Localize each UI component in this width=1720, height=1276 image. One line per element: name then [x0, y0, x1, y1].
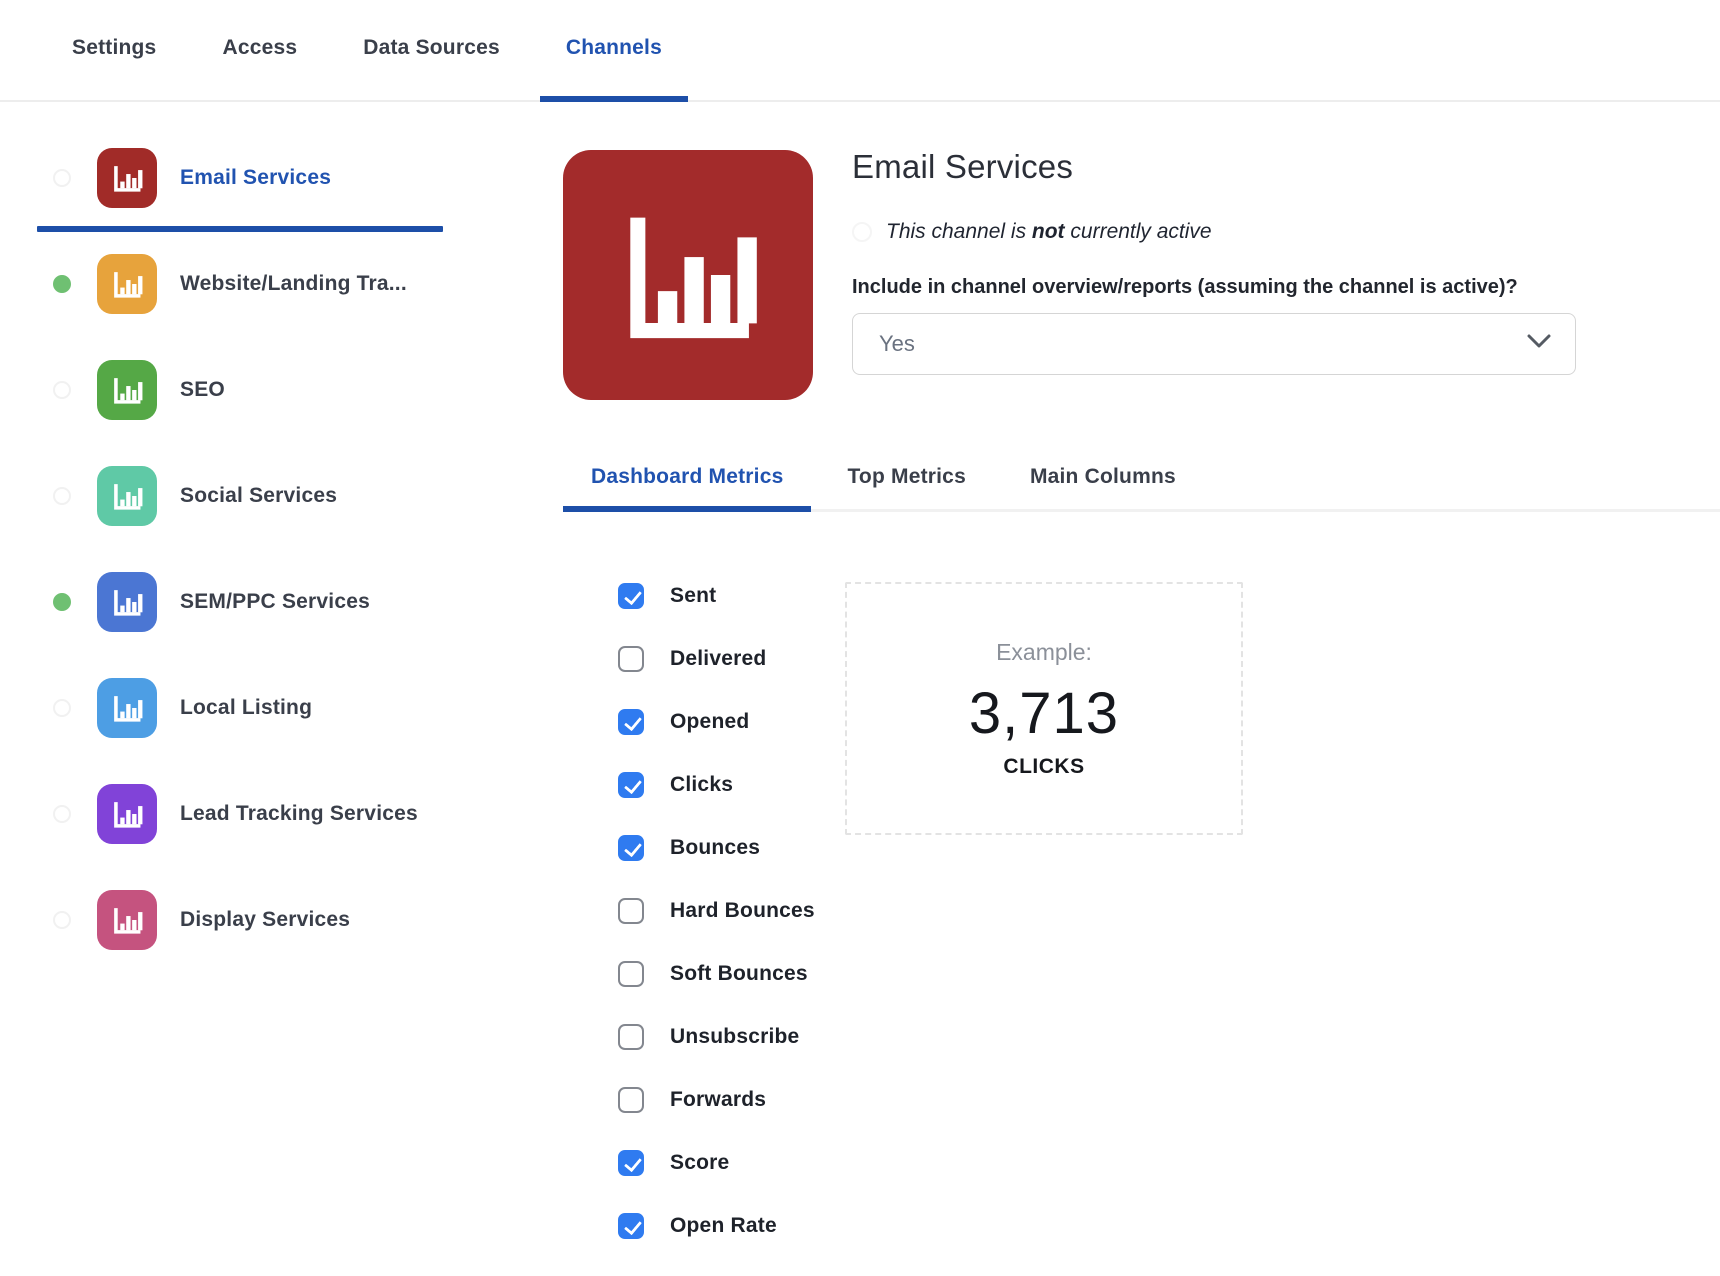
metric-row-open-rate[interactable]: Open Rate — [618, 1213, 815, 1276]
metric-label: Sent — [670, 584, 717, 607]
metric-label: Clicks — [670, 773, 734, 796]
metric-label: Open Rate — [670, 1214, 777, 1237]
metric-row-soft-bounces[interactable]: Soft Bounces — [618, 961, 815, 1024]
sidebar-item-email-services[interactable]: Email Services — [0, 125, 470, 231]
channel-status-circle-icon — [53, 169, 71, 187]
sidebar-item-website-landing[interactable]: Website/Landing Tra... — [0, 231, 470, 337]
metric-label: Score — [670, 1151, 730, 1174]
metric-row-sent[interactable]: Sent — [618, 583, 815, 646]
channel-label: Display Services — [180, 908, 351, 931]
channel-label: SEM/PPC Services — [180, 590, 370, 613]
checkbox[interactable] — [618, 961, 644, 987]
channel-sidebar: Email Services Website/Landing Tra... SE… — [0, 125, 470, 973]
example-unit: CLICKS — [1003, 754, 1085, 778]
checkbox[interactable] — [618, 1150, 644, 1176]
channel-active-note-text: This channel is not currently active — [886, 220, 1212, 243]
channel-detail-header: Email Services This channel is not curre… — [852, 148, 1582, 375]
select-value: Yes — [879, 331, 915, 356]
sidebar-item-seo[interactable]: SEO — [0, 337, 470, 443]
metric-label: Forwards — [670, 1088, 767, 1111]
metrics-tab-bar: Dashboard Metrics Top Metrics Main Colum… — [563, 448, 1720, 512]
channel-label: SEO — [180, 378, 225, 401]
metric-label: Delivered — [670, 647, 767, 670]
bar-chart-icon — [97, 254, 157, 314]
status-circle-icon — [852, 222, 872, 242]
example-heading: Example: — [996, 638, 1092, 665]
tab-settings[interactable]: Settings — [46, 0, 182, 102]
bar-chart-icon — [97, 148, 157, 208]
bar-chart-icon — [97, 784, 157, 844]
channel-active-note: This channel is not currently active — [852, 220, 1582, 244]
tab-top-metrics[interactable]: Top Metrics — [819, 448, 994, 512]
include-in-overview-select[interactable]: Yes — [852, 313, 1576, 375]
sidebar-item-local-listing[interactable]: Local Listing — [0, 655, 470, 761]
metric-row-bounces[interactable]: Bounces — [618, 835, 815, 898]
metric-label: Unsubscribe — [670, 1025, 800, 1048]
bar-chart-icon — [97, 360, 157, 420]
checkbox[interactable] — [618, 1213, 644, 1239]
channel-status-circle-icon — [53, 911, 71, 929]
checkbox[interactable] — [618, 835, 644, 861]
tab-channels[interactable]: Channels — [539, 0, 688, 102]
channel-hero-bar-chart-icon — [563, 150, 813, 400]
tab-dashboard-metrics[interactable]: Dashboard Metrics — [563, 448, 812, 512]
page-title: Email Services — [852, 148, 1074, 185]
channel-status-circle-icon — [53, 487, 71, 505]
channel-status-circle-icon — [53, 381, 71, 399]
include-in-overview-question: Include in channel overview/reports (ass… — [852, 276, 1518, 298]
metric-row-opened[interactable]: Opened — [618, 709, 815, 772]
tab-data-sources[interactable]: Data Sources — [337, 0, 526, 102]
sidebar-item-lead-tracking-services[interactable]: Lead Tracking Services — [0, 761, 470, 867]
checkbox[interactable] — [618, 898, 644, 924]
channel-status-dot-icon — [53, 275, 71, 293]
metric-row-clicks[interactable]: Clicks — [618, 772, 815, 835]
example-preview-box: Example: 3,713 CLICKS — [845, 582, 1243, 835]
bar-chart-icon — [97, 572, 157, 632]
sidebar-item-sem-ppc-services[interactable]: SEM/PPC Services — [0, 549, 470, 655]
metric-row-unsubscribe[interactable]: Unsubscribe — [618, 1024, 815, 1087]
channel-status-circle-icon — [53, 805, 71, 823]
example-value: 3,713 — [968, 680, 1120, 746]
bar-chart-icon — [97, 678, 157, 738]
tab-main-columns[interactable]: Main Columns — [1002, 448, 1204, 512]
dashboard-metrics-checklist: Sent Delivered Opened Clicks Bounces Har… — [618, 583, 815, 1276]
metric-row-forwards[interactable]: Forwards — [618, 1087, 815, 1150]
checkbox[interactable] — [618, 1087, 644, 1113]
channel-status-circle-icon — [53, 699, 71, 717]
tab-access[interactable]: Access — [196, 0, 323, 102]
metric-row-hard-bounces[interactable]: Hard Bounces — [618, 898, 815, 961]
selected-channel-underline — [37, 226, 443, 232]
metric-label: Opened — [670, 710, 750, 733]
metric-label: Hard Bounces — [670, 899, 815, 922]
checkbox[interactable] — [618, 709, 644, 735]
sidebar-item-display-services[interactable]: Display Services — [0, 867, 470, 973]
metric-label: Bounces — [670, 836, 761, 859]
channel-label: Lead Tracking Services — [180, 802, 418, 825]
checkbox[interactable] — [618, 583, 644, 609]
channel-label: Email Services — [180, 166, 332, 189]
channel-status-dot-icon — [53, 593, 71, 611]
chevron-down-icon — [1527, 334, 1551, 354]
checkbox[interactable] — [618, 1024, 644, 1050]
channel-label: Website/Landing Tra... — [180, 272, 407, 295]
channel-label: Local Listing — [180, 696, 313, 719]
channel-label: Social Services — [180, 484, 338, 507]
checkbox[interactable] — [618, 646, 644, 672]
bar-chart-icon — [97, 890, 157, 950]
metric-row-score[interactable]: Score — [618, 1150, 815, 1213]
top-tab-bar: Settings Access Data Sources Channels — [0, 0, 1720, 102]
bar-chart-icon — [97, 466, 157, 526]
checkbox[interactable] — [618, 772, 644, 798]
metric-row-delivered[interactable]: Delivered — [618, 646, 815, 709]
metric-label: Soft Bounces — [670, 962, 808, 985]
sidebar-item-social-services[interactable]: Social Services — [0, 443, 470, 549]
